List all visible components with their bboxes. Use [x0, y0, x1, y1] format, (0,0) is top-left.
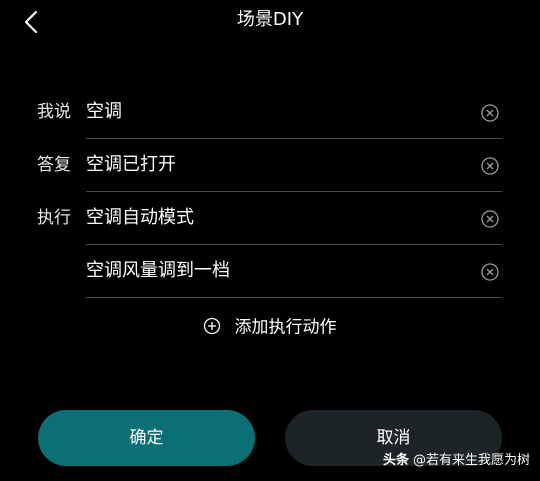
page-title: 场景DIY [236, 9, 304, 30]
row-execute-2: 空调风量调到一档 [0, 245, 540, 299]
clear-user-says-button[interactable] [480, 103, 500, 123]
row-reply: 答复 空调已打开 [0, 139, 540, 193]
watermark-brand: 头条 [382, 453, 409, 468]
clear-circle-icon [480, 262, 500, 282]
row-execute: 执行 空调自动模式 [0, 192, 540, 246]
user-says-input[interactable]: 空调 [86, 99, 466, 125]
row-label: 我说 [37, 102, 71, 122]
watermark-author: @若有来生我愿为树 [412, 453, 530, 468]
watermark: 头条 @若有来生我愿为树 [383, 452, 530, 470]
clear-execute-action-2-button[interactable] [480, 262, 500, 282]
execute-action-input-2[interactable]: 空调风量调到一档 [86, 258, 466, 284]
clear-circle-icon [480, 156, 500, 176]
execute-action-input[interactable]: 空调自动模式 [86, 205, 466, 231]
clear-reply-button[interactable] [480, 156, 500, 176]
row-label: 答复 [37, 155, 71, 175]
header: 场景DIY [0, 0, 540, 44]
row-user-says: 我说 空调 [0, 86, 540, 140]
add-action-button[interactable]: 添加执行动作 [0, 312, 540, 342]
clear-circle-icon [480, 209, 500, 229]
row-label: 执行 [37, 208, 71, 228]
confirm-button[interactable]: 确定 [38, 410, 255, 466]
clear-circle-icon [480, 103, 500, 123]
reply-input[interactable]: 空调已打开 [86, 152, 466, 178]
divider [86, 297, 502, 298]
clear-execute-action-button[interactable] [480, 209, 500, 229]
add-action-inner: 添加执行动作 [203, 312, 337, 342]
add-action-label: 添加执行动作 [234, 317, 337, 338]
plus-circle-icon [203, 317, 221, 335]
